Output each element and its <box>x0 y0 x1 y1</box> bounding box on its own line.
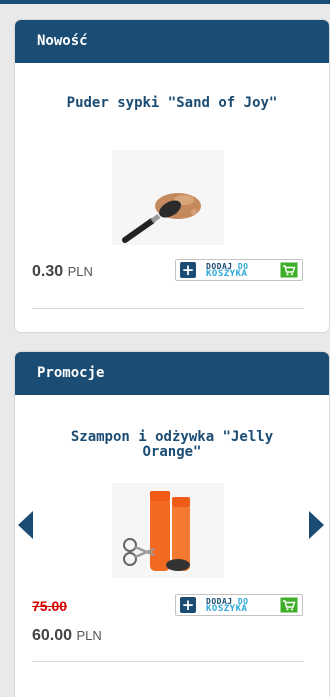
product-title[interactable]: Szampon i odżywka "Jelly Orange" <box>65 430 279 460</box>
product-image[interactable] <box>112 150 224 245</box>
product-price: 60.00 PLN <box>32 627 102 645</box>
add-to-cart-button[interactable]: + DODAJ DO KOSZYKA <box>175 594 303 616</box>
box-heading: Nowość <box>15 20 329 63</box>
product-price: 0.30 PLN <box>32 263 93 281</box>
box-heading: Promocje <box>15 352 329 395</box>
cart-icon <box>280 262 298 278</box>
price-value: 0.30 <box>32 263 64 280</box>
add-to-cart-label-line2: KOSZYKA <box>206 269 248 279</box>
top-bar <box>0 0 330 4</box>
product-image[interactable] <box>112 483 224 578</box>
plus-icon: + <box>180 596 196 614</box>
new-product-box: Nowość Puder sypki "Sand of Joy" 0.30 PL… <box>15 20 329 332</box>
carousel-prev-arrow-icon[interactable] <box>18 511 33 539</box>
price-value: 60.00 <box>32 627 73 644</box>
add-to-cart-button[interactable]: + DODAJ DO KOSZYKA <box>175 259 303 281</box>
divider <box>32 661 304 662</box>
divider <box>32 308 304 309</box>
promotions-box: Promocje Szampon i odżywka "Jelly Orange… <box>15 352 329 697</box>
add-to-cart-label-line2: KOSZYKA <box>206 604 248 614</box>
cart-icon <box>280 597 298 613</box>
price-currency: PLN <box>67 264 93 279</box>
carousel-next-arrow-icon[interactable] <box>309 511 324 539</box>
old-price: 75.00 <box>32 598 68 614</box>
price-currency: PLN <box>76 628 102 643</box>
product-title[interactable]: Puder sypki "Sand of Joy" <box>15 96 329 111</box>
plus-icon: + <box>180 261 196 279</box>
